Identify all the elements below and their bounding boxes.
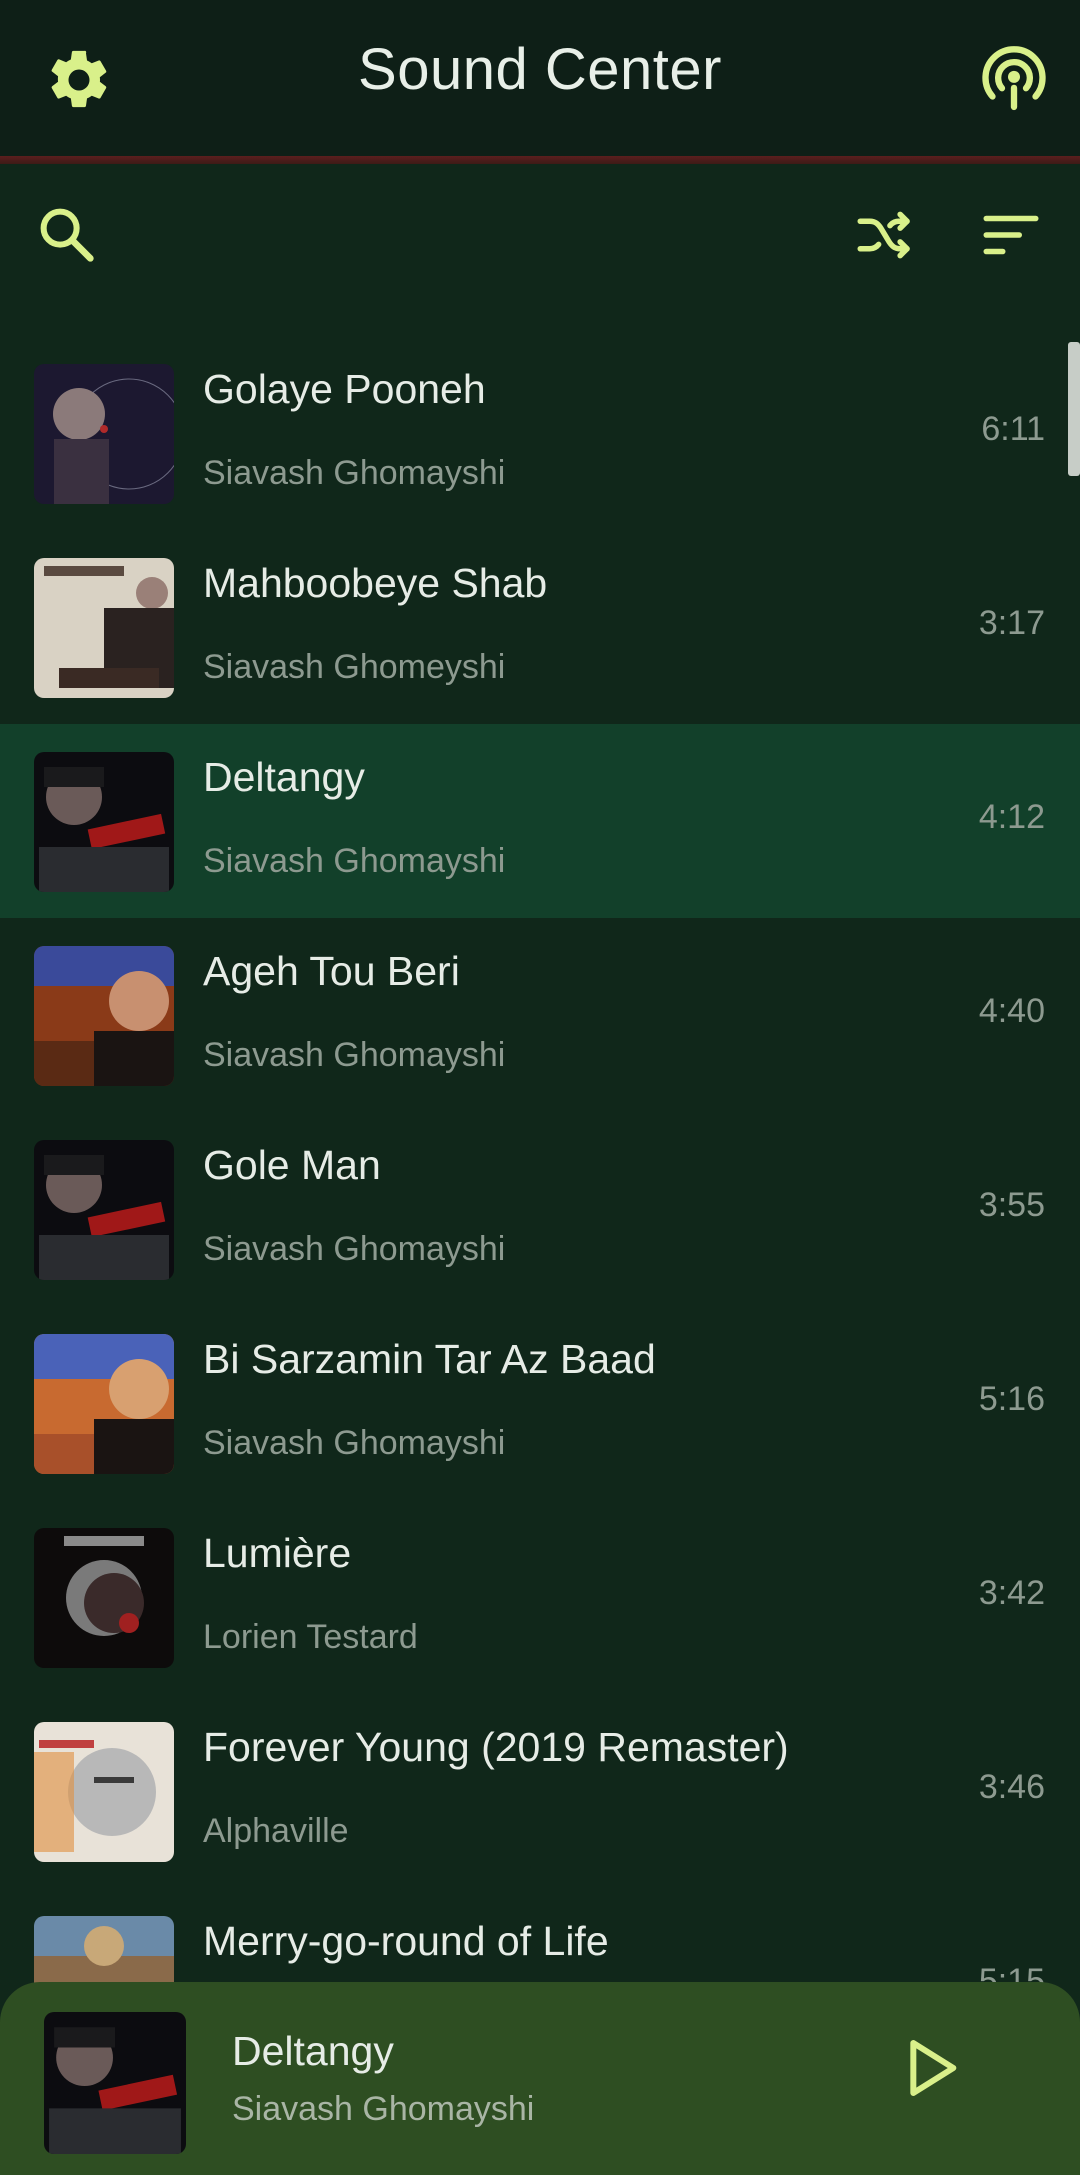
shuffle-icon[interactable]	[852, 202, 918, 268]
song-artist: Siavash Ghomeyshi	[203, 648, 506, 686]
song-duration: 4:12	[978, 798, 1045, 836]
song-duration: 4:40	[978, 992, 1045, 1030]
album-art	[34, 1722, 174, 1862]
sort-icon[interactable]	[978, 202, 1044, 268]
album-art	[34, 752, 174, 892]
song-row[interactable]: Lumière Lorien Testard 3:42	[0, 1500, 1080, 1694]
song-artist: Siavash Ghomayshi	[203, 1036, 506, 1074]
song-duration: 3:55	[978, 1186, 1045, 1224]
now-playing-title: Deltangy	[232, 2028, 394, 2074]
album-art	[34, 1334, 174, 1474]
album-art	[34, 364, 174, 504]
app-screen: Sound Center Golaye Pooneh Siavash Ghoma…	[0, 0, 1080, 2175]
album-art	[34, 1140, 174, 1280]
podcast-icon[interactable]	[976, 42, 1052, 118]
song-artist: Siavash Ghomayshi	[203, 1230, 506, 1268]
now-playing-artist: Siavash Ghomayshi	[232, 2090, 535, 2128]
top-app-bar: Sound Center	[0, 0, 1080, 156]
song-duration: 3:42	[978, 1574, 1045, 1612]
song-duration: 3:17	[978, 604, 1045, 642]
song-title: Golaye Pooneh	[203, 366, 486, 412]
song-row[interactable]: Forever Young (2019 Remaster) Alphaville…	[0, 1694, 1080, 1888]
song-row[interactable]: Mahboobeye Shab Siavash Ghomeyshi 3:17	[0, 530, 1080, 724]
divider	[0, 156, 1080, 164]
page-title: Sound Center	[358, 37, 722, 102]
song-row-active[interactable]: Deltangy Siavash Ghomayshi 4:12	[0, 724, 1080, 918]
song-artist: Siavash Ghomayshi	[203, 454, 506, 492]
album-art	[34, 946, 174, 1086]
song-title: Lumière	[203, 1530, 352, 1576]
song-row[interactable]: Ageh Tou Beri Siavash Ghomayshi 4:40	[0, 918, 1080, 1112]
play-icon[interactable]	[890, 2028, 970, 2108]
list-toolbar	[0, 164, 1080, 304]
mini-player[interactable]: Deltangy Siavash Ghomayshi	[0, 1982, 1080, 2175]
scrollbar-thumb[interactable]	[1068, 342, 1080, 476]
song-title: Mahboobeye Shab	[203, 560, 548, 606]
song-artist: Siavash Ghomayshi	[203, 1424, 506, 1462]
search-icon[interactable]	[34, 202, 100, 268]
song-title: Deltangy	[203, 754, 365, 800]
song-title: Bi Sarzamin Tar Az Baad	[203, 1336, 656, 1382]
song-duration: 5:16	[978, 1380, 1045, 1418]
song-duration: 3:46	[978, 1768, 1045, 1806]
song-artist: Siavash Ghomayshi	[203, 842, 506, 880]
song-artist: Lorien Testard	[203, 1618, 418, 1656]
song-artist: Alphaville	[203, 1812, 349, 1850]
song-row[interactable]: Bi Sarzamin Tar Az Baad Siavash Ghomaysh…	[0, 1306, 1080, 1500]
song-duration: 6:11	[981, 410, 1045, 448]
album-art	[34, 1528, 174, 1668]
album-art	[34, 558, 174, 698]
song-list: Golaye Pooneh Siavash Ghomayshi 6:11 Mah…	[0, 336, 1080, 2082]
song-row[interactable]: Gole Man Siavash Ghomayshi 3:55	[0, 1112, 1080, 1306]
now-playing-art	[44, 2012, 186, 2154]
song-row[interactable]: Golaye Pooneh Siavash Ghomayshi 6:11	[0, 336, 1080, 530]
song-title: Forever Young (2019 Remaster)	[203, 1724, 789, 1770]
song-title: Ageh Tou Beri	[203, 948, 460, 994]
song-title: Gole Man	[203, 1142, 381, 1188]
song-title: Merry-go-round of Life	[203, 1918, 609, 1964]
